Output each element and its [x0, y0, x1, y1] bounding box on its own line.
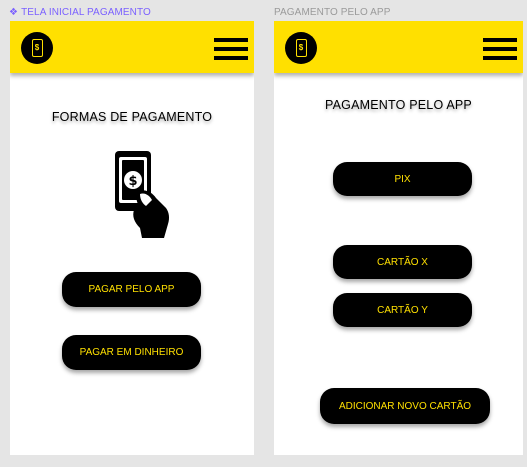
screen-tela-inicial-pagamento: $ FORMAS DE PAGAMENTO $ PAGAR PELO APP P…: [10, 21, 254, 455]
hamburger-menu-icon[interactable]: [483, 38, 517, 60]
svg-text:$: $: [128, 174, 137, 189]
hand-holding-phone-dollar-icon: $: [115, 151, 170, 238]
component-diamond-icon: ❖: [9, 7, 19, 18]
screen-pagamento-pelo-app: $ PAGAMENTO PELO APP PIX CARTÃO X CARTÃO…: [274, 21, 523, 455]
cartao-x-button[interactable]: CARTÃO X: [333, 245, 472, 279]
frame-label-tela-inicial: ❖ TELA INICIAL PAGAMENTO: [9, 7, 151, 18]
phone-dollar-icon[interactable]: $: [285, 32, 317, 64]
frame-label-pagamento-app: PAGAMENTO PELO APP: [274, 7, 391, 18]
cartao-y-button[interactable]: CARTÃO Y: [333, 293, 472, 327]
adicionar-novo-cartao-button[interactable]: ADICIONAR NOVO CARTÃO: [320, 388, 490, 424]
pagar-em-dinheiro-button[interactable]: PAGAR EM DINHEIRO: [62, 335, 201, 370]
app-bar: $: [274, 21, 523, 73]
page-title: FORMAS DE PAGAMENTO: [51, 110, 213, 124]
app-bar: $: [10, 21, 254, 73]
page-title: PAGAMENTO PELO APP: [325, 98, 472, 112]
pagar-pelo-app-button[interactable]: PAGAR PELO APP: [62, 272, 201, 307]
pix-button[interactable]: PIX: [333, 162, 472, 196]
frame-label-left-text: TELA INICIAL PAGAMENTO: [21, 7, 151, 18]
phone-dollar-icon[interactable]: $: [21, 32, 53, 64]
hamburger-menu-icon[interactable]: [214, 38, 248, 60]
